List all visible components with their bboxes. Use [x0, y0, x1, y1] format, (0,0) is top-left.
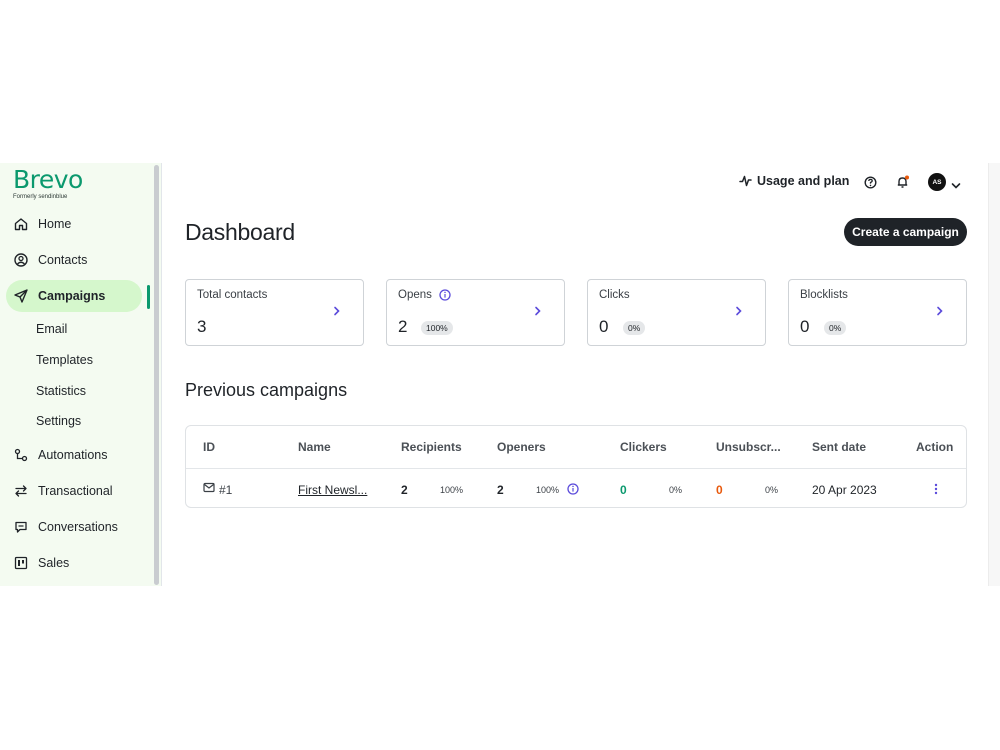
- activity-icon: [739, 175, 752, 187]
- section-title-previous-campaigns: Previous campaigns: [185, 380, 348, 400]
- usage-label: Usage and plan: [757, 174, 850, 188]
- arrows-exchange-icon: [13, 483, 29, 499]
- sidebar-item-label: Contacts: [38, 253, 88, 267]
- stat-label-text: Total contacts: [197, 289, 268, 301]
- sidebar-item-label: Conversations: [38, 520, 118, 534]
- table-row[interactable]: #1 First Newsl... 2 100% 2 100% 0 0% 0 0…: [186, 470, 966, 507]
- stat-card-clicks[interactable]: Clicks 0 0%: [587, 279, 766, 346]
- sidebar-subitem-email[interactable]: Email: [36, 322, 67, 336]
- brevo-logo[interactable]: Brevo Formerly sendinblue: [13, 165, 83, 201]
- stat-card-blocklists[interactable]: Blocklists 0 0%: [788, 279, 967, 346]
- active-indicator: [147, 285, 150, 309]
- column-header-sent-date[interactable]: Sent date: [812, 440, 866, 454]
- column-header-clickers[interactable]: Clickers: [620, 440, 667, 454]
- sidebar-scrollbar-thumb[interactable]: [154, 165, 159, 585]
- stat-value: 0: [599, 317, 609, 336]
- clickers-count: 0: [620, 483, 627, 497]
- help-icon[interactable]: [862, 174, 878, 190]
- sidebar-item-campaigns[interactable]: Campaigns: [6, 280, 142, 312]
- recipients-count: 2: [401, 483, 408, 497]
- clickers-percent: 0%: [669, 485, 683, 495]
- sidebar-subitem-settings[interactable]: Settings: [36, 414, 81, 428]
- unsubscribers-count: 0: [716, 483, 723, 497]
- create-campaign-button[interactable]: Create a campaign: [844, 218, 967, 246]
- user-circle-icon: [13, 252, 29, 268]
- campaign-name-link[interactable]: First Newsl...: [298, 483, 367, 497]
- stat-label: Clicks: [599, 289, 630, 301]
- avatar[interactable]: AS: [928, 173, 946, 191]
- chevron-right-icon: [333, 306, 341, 316]
- stat-value: 3: [197, 317, 207, 336]
- recipients-percent: 100%: [440, 485, 464, 495]
- stat-label-text: Opens: [398, 289, 432, 301]
- usage-and-plan-button[interactable]: Usage and plan: [739, 174, 849, 188]
- stat-label: Opens: [398, 289, 451, 301]
- chat-icon: [13, 519, 29, 535]
- send-icon: [13, 288, 29, 304]
- sidebar-item-label: Home: [38, 217, 72, 231]
- page-title: Dashboard: [185, 219, 295, 245]
- stat-label-text: Blocklists: [800, 289, 848, 301]
- sidebar-item-label: Transactional: [38, 484, 113, 498]
- automation-icon: [13, 447, 29, 463]
- stat-label: Blocklists: [800, 289, 848, 301]
- sidebar-item-conversations[interactable]: Conversations: [6, 511, 142, 543]
- sidebar-item-label: Sales: [38, 556, 70, 570]
- sidebar-item-contacts[interactable]: Contacts: [6, 244, 142, 276]
- unsubscribers-percent: 0%: [765, 485, 779, 495]
- stat-value: 0: [800, 317, 810, 336]
- info-icon[interactable]: [439, 289, 451, 301]
- column-header-openers[interactable]: Openers: [497, 440, 546, 454]
- sidebar: Brevo Formerly sendinblue Home Contacts …: [0, 163, 152, 586]
- chevron-down-icon[interactable]: [951, 177, 961, 195]
- sidebar-item-home[interactable]: Home: [6, 208, 142, 240]
- stat-card-opens[interactable]: Opens 2 100%: [386, 279, 565, 346]
- sidebar-item-label: Automations: [38, 448, 108, 462]
- sidebar-scrollbar[interactable]: [152, 163, 162, 586]
- more-vertical-icon[interactable]: [934, 483, 938, 498]
- chevron-right-icon: [735, 306, 743, 316]
- openers-count: 2: [497, 483, 504, 497]
- sent-date: 20 Apr 2023: [812, 483, 877, 497]
- sidebar-item-automations[interactable]: Automations: [6, 439, 142, 471]
- stat-badge: 0%: [623, 321, 646, 335]
- sidebar-item-label: Campaigns: [38, 289, 106, 303]
- stat-label: Total contacts: [197, 289, 267, 301]
- openers-percent: 100%: [536, 485, 560, 495]
- stat-label-text: Clicks: [599, 289, 630, 301]
- logo-tagline: Formerly sendinblue: [13, 194, 68, 200]
- kanban-icon: [13, 555, 29, 571]
- sidebar-subitem-statistics[interactable]: Statistics: [36, 384, 86, 398]
- home-icon: [13, 216, 29, 232]
- bell-icon[interactable]: [895, 174, 911, 190]
- stat-card-total-contacts[interactable]: Total contacts 3: [185, 279, 364, 346]
- sidebar-item-sales[interactable]: Sales: [6, 547, 142, 579]
- column-header-name[interactable]: Name: [298, 440, 331, 454]
- info-icon[interactable]: [567, 483, 579, 498]
- chevron-right-icon: [534, 306, 542, 316]
- stat-badge: 0%: [824, 321, 847, 335]
- chevron-right-icon: [936, 306, 944, 316]
- main-scrollbar[interactable]: [988, 163, 1000, 586]
- mail-icon: [203, 482, 215, 496]
- campaigns-table: ID Name Recipients Openers Clickers Unsu…: [185, 425, 967, 508]
- sidebar-subitem-templates[interactable]: Templates: [36, 353, 93, 367]
- column-header-id[interactable]: ID: [203, 440, 215, 454]
- table-header: ID Name Recipients Openers Clickers Unsu…: [186, 426, 966, 469]
- column-header-action: Action: [916, 440, 954, 454]
- column-header-unsubscribers[interactable]: Unsubscr...: [716, 440, 781, 454]
- stat-value: 2: [398, 317, 408, 336]
- logo-wordmark: Brevo: [13, 165, 83, 194]
- stat-badge: 100%: [421, 321, 453, 335]
- campaign-id: #1: [219, 483, 233, 497]
- column-header-recipients[interactable]: Recipients: [401, 440, 462, 454]
- sidebar-item-transactional[interactable]: Transactional: [6, 475, 142, 507]
- app-window: Brevo Formerly sendinblue Home Contacts …: [0, 163, 1000, 586]
